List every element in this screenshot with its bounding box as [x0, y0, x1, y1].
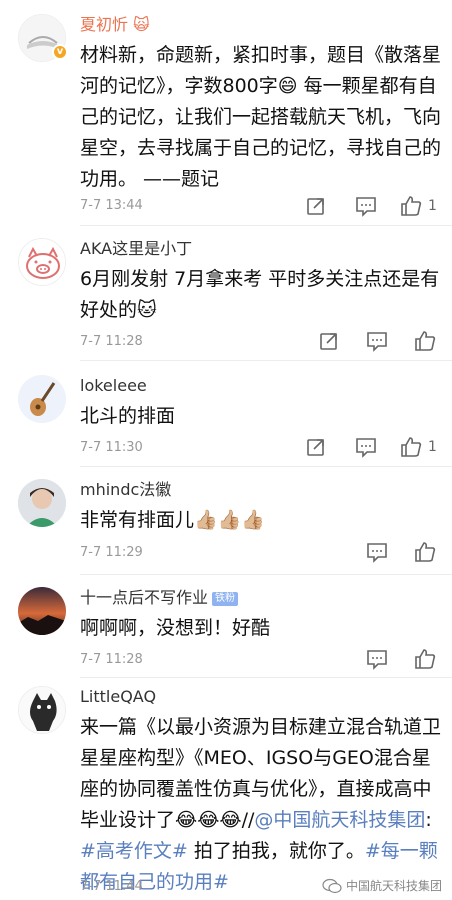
portrait-avatar-image	[18, 479, 66, 527]
username[interactable]: 十一点后不写作业 铁粉	[80, 587, 239, 609]
comment-icon[interactable]	[355, 195, 377, 217]
wechat-icon	[322, 878, 342, 893]
username[interactable]: LittleQAQ	[80, 686, 156, 708]
comment-text: 北斗的排面	[80, 405, 176, 427]
comment-item: 十一点后不写作业 铁粉 啊啊啊，没想到！好酷 7-7 11:28	[0, 575, 452, 678]
comment-item: AKA这里是小丁 6月刚发射 7月拿来考 平时多关注点还是有好处的🐱 7-7 1…	[0, 226, 452, 356]
verified-badge-icon: v	[52, 44, 68, 60]
mention-link[interactable]: @中国航天科技集团	[254, 809, 425, 831]
avatar[interactable]	[18, 479, 66, 527]
thumbs-up-icon[interactable]	[400, 436, 422, 458]
comment-text-part: :	[425, 809, 432, 831]
like-count: 1	[428, 439, 437, 455]
like-count: 1	[428, 198, 437, 214]
watermark: 中国航天科技集团	[322, 877, 442, 894]
timestamp: 7-7 13:44	[80, 198, 143, 213]
username[interactable]: mhindc法徽	[80, 479, 171, 501]
comment-text: 材料新，命题新，紧扣时事，题目《散落星河的记忆》，字数800字😄 每一颗星都有自…	[80, 44, 442, 190]
username[interactable]: 夏初忻 🙀	[80, 14, 150, 36]
hashtag-link[interactable]: #高考作文#	[80, 840, 188, 862]
share-icon[interactable]	[305, 195, 327, 217]
timestamp: 7-7 11:30	[80, 440, 143, 455]
comment-text: 非常有排面儿👍🏼👍🏼👍🏼	[80, 509, 265, 531]
comment-text: 6月刚发射 7月拿来考 平时多关注点还是有好处的🐱	[80, 268, 440, 321]
comment-text: 啊啊啊，没想到！好酷	[80, 617, 271, 639]
thumbs-up-icon[interactable]	[414, 330, 436, 352]
sunset-avatar-image	[18, 587, 66, 635]
comment-icon[interactable]	[366, 541, 388, 563]
avatar[interactable]	[18, 375, 66, 423]
guitar-avatar-image	[18, 375, 66, 423]
share-icon[interactable]	[305, 436, 327, 458]
thumbs-up-icon[interactable]	[400, 195, 422, 217]
fan-badge: 铁粉	[212, 592, 239, 606]
timestamp: 7-7 11:28	[80, 334, 143, 349]
comment-text-part: 拍了拍我，就你了。	[187, 840, 365, 862]
avatar[interactable]	[18, 238, 66, 286]
comment-item: v 夏初忻 🙀 材料新，命题新，紧扣时事，题目《散落星河的记忆》，字数800字😄…	[0, 0, 452, 222]
timestamp: 7-7 11:28	[80, 652, 143, 667]
watermark-text: 中国航天科技集团	[345, 879, 442, 893]
thumbs-up-icon[interactable]	[414, 648, 436, 670]
timestamp: 7-7 11:44	[80, 879, 143, 894]
avatar[interactable]	[18, 587, 66, 635]
share-icon[interactable]	[318, 330, 340, 352]
thumbs-up-icon[interactable]	[414, 541, 436, 563]
username[interactable]: AKA这里是小丁	[80, 238, 192, 260]
cat-avatar-image	[19, 687, 65, 733]
pig-avatar-image	[19, 239, 65, 285]
avatar[interactable]	[18, 686, 66, 734]
comment-icon[interactable]	[355, 436, 377, 458]
comment-item: lokeleee 北斗的排面 7-7 11:30 1	[0, 361, 452, 469]
comment-item: mhindc法徽 非常有排面儿👍🏼👍🏼👍🏼 7-7 11:29	[0, 467, 452, 571]
comment-text: 来一篇《以最小资源为目标建立混合轨道卫星星座构型》《MEO、IGSO与GEO混合…	[80, 712, 442, 898]
comment-item: LittleQAQ 来一篇《以最小资源为目标建立混合轨道卫星星座构型》《MEO、…	[0, 678, 452, 900]
comment-icon[interactable]	[366, 648, 388, 670]
username[interactable]: lokeleee	[80, 375, 147, 397]
comment-icon[interactable]	[366, 330, 388, 352]
name-emoji: 🙀	[133, 15, 150, 34]
timestamp: 7-7 11:29	[80, 545, 143, 560]
